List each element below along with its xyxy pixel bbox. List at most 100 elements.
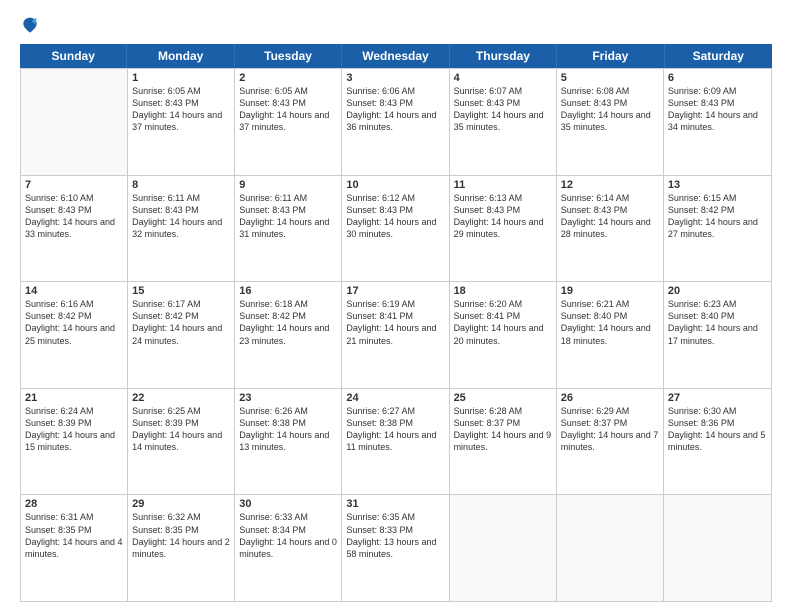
- header-day-thursday: Thursday: [450, 44, 557, 68]
- calendar-cell: 31Sunrise: 6:35 AMSunset: 8:33 PMDayligh…: [342, 495, 449, 601]
- cell-details: Sunrise: 6:31 AMSunset: 8:35 PMDaylight:…: [25, 511, 123, 560]
- calendar-cell: 23Sunrise: 6:26 AMSunset: 8:38 PMDayligh…: [235, 389, 342, 495]
- calendar-cell: 16Sunrise: 6:18 AMSunset: 8:42 PMDayligh…: [235, 282, 342, 388]
- day-number: 22: [132, 392, 230, 404]
- day-number: 20: [668, 285, 767, 297]
- calendar-cell: [557, 495, 664, 601]
- day-number: 13: [668, 179, 767, 191]
- day-number: 15: [132, 285, 230, 297]
- day-number: 2: [239, 72, 337, 84]
- calendar-cell: 7Sunrise: 6:10 AMSunset: 8:43 PMDaylight…: [21, 176, 128, 282]
- calendar-cell: 15Sunrise: 6:17 AMSunset: 8:42 PMDayligh…: [128, 282, 235, 388]
- calendar-cell: 21Sunrise: 6:24 AMSunset: 8:39 PMDayligh…: [21, 389, 128, 495]
- calendar-cell: 26Sunrise: 6:29 AMSunset: 8:37 PMDayligh…: [557, 389, 664, 495]
- calendar-week-3: 14Sunrise: 6:16 AMSunset: 8:42 PMDayligh…: [21, 282, 771, 389]
- cell-details: Sunrise: 6:12 AMSunset: 8:43 PMDaylight:…: [346, 192, 444, 241]
- calendar-cell: 12Sunrise: 6:14 AMSunset: 8:43 PMDayligh…: [557, 176, 664, 282]
- cell-details: Sunrise: 6:16 AMSunset: 8:42 PMDaylight:…: [25, 298, 123, 347]
- calendar-cell: 4Sunrise: 6:07 AMSunset: 8:43 PMDaylight…: [450, 69, 557, 175]
- cell-details: Sunrise: 6:25 AMSunset: 8:39 PMDaylight:…: [132, 405, 230, 454]
- day-number: 9: [239, 179, 337, 191]
- cell-details: Sunrise: 6:05 AMSunset: 8:43 PMDaylight:…: [132, 85, 230, 134]
- header-day-wednesday: Wednesday: [342, 44, 449, 68]
- calendar-cell: [450, 495, 557, 601]
- calendar-cell: 6Sunrise: 6:09 AMSunset: 8:43 PMDaylight…: [664, 69, 771, 175]
- calendar-week-4: 21Sunrise: 6:24 AMSunset: 8:39 PMDayligh…: [21, 389, 771, 496]
- cell-details: Sunrise: 6:20 AMSunset: 8:41 PMDaylight:…: [454, 298, 552, 347]
- calendar-cell: 2Sunrise: 6:05 AMSunset: 8:43 PMDaylight…: [235, 69, 342, 175]
- calendar-cell: 11Sunrise: 6:13 AMSunset: 8:43 PMDayligh…: [450, 176, 557, 282]
- day-number: 11: [454, 179, 552, 191]
- day-number: 17: [346, 285, 444, 297]
- cell-details: Sunrise: 6:26 AMSunset: 8:38 PMDaylight:…: [239, 405, 337, 454]
- day-number: 23: [239, 392, 337, 404]
- calendar-cell: 9Sunrise: 6:11 AMSunset: 8:43 PMDaylight…: [235, 176, 342, 282]
- day-number: 7: [25, 179, 123, 191]
- calendar-cell: 24Sunrise: 6:27 AMSunset: 8:38 PMDayligh…: [342, 389, 449, 495]
- cell-details: Sunrise: 6:15 AMSunset: 8:42 PMDaylight:…: [668, 192, 767, 241]
- cell-details: Sunrise: 6:33 AMSunset: 8:34 PMDaylight:…: [239, 511, 337, 560]
- cell-details: Sunrise: 6:27 AMSunset: 8:38 PMDaylight:…: [346, 405, 444, 454]
- day-number: 25: [454, 392, 552, 404]
- calendar-cell: [664, 495, 771, 601]
- cell-details: Sunrise: 6:35 AMSunset: 8:33 PMDaylight:…: [346, 511, 444, 560]
- calendar-cell: 25Sunrise: 6:28 AMSunset: 8:37 PMDayligh…: [450, 389, 557, 495]
- header: [20, 16, 772, 36]
- day-number: 4: [454, 72, 552, 84]
- day-number: 28: [25, 498, 123, 510]
- calendar-cell: 20Sunrise: 6:23 AMSunset: 8:40 PMDayligh…: [664, 282, 771, 388]
- cell-details: Sunrise: 6:14 AMSunset: 8:43 PMDaylight:…: [561, 192, 659, 241]
- cell-details: Sunrise: 6:18 AMSunset: 8:42 PMDaylight:…: [239, 298, 337, 347]
- day-number: 5: [561, 72, 659, 84]
- header-day-tuesday: Tuesday: [235, 44, 342, 68]
- cell-details: Sunrise: 6:29 AMSunset: 8:37 PMDaylight:…: [561, 405, 659, 454]
- cell-details: Sunrise: 6:05 AMSunset: 8:43 PMDaylight:…: [239, 85, 337, 134]
- calendar-cell: 27Sunrise: 6:30 AMSunset: 8:36 PMDayligh…: [664, 389, 771, 495]
- day-number: 31: [346, 498, 444, 510]
- cell-details: Sunrise: 6:17 AMSunset: 8:42 PMDaylight:…: [132, 298, 230, 347]
- day-number: 6: [668, 72, 767, 84]
- day-number: 1: [132, 72, 230, 84]
- page: SundayMondayTuesdayWednesdayThursdayFrid…: [0, 0, 792, 612]
- calendar-cell: 5Sunrise: 6:08 AMSunset: 8:43 PMDaylight…: [557, 69, 664, 175]
- day-number: 8: [132, 179, 230, 191]
- calendar-cell: 29Sunrise: 6:32 AMSunset: 8:35 PMDayligh…: [128, 495, 235, 601]
- calendar-cell: 28Sunrise: 6:31 AMSunset: 8:35 PMDayligh…: [21, 495, 128, 601]
- header-day-sunday: Sunday: [20, 44, 127, 68]
- day-number: 16: [239, 285, 337, 297]
- day-number: 26: [561, 392, 659, 404]
- logo: [20, 16, 44, 36]
- cell-details: Sunrise: 6:13 AMSunset: 8:43 PMDaylight:…: [454, 192, 552, 241]
- cell-details: Sunrise: 6:28 AMSunset: 8:37 PMDaylight:…: [454, 405, 552, 454]
- logo-icon: [20, 16, 40, 36]
- cell-details: Sunrise: 6:24 AMSunset: 8:39 PMDaylight:…: [25, 405, 123, 454]
- day-number: 18: [454, 285, 552, 297]
- day-number: 10: [346, 179, 444, 191]
- day-number: 19: [561, 285, 659, 297]
- calendar-cell: 8Sunrise: 6:11 AMSunset: 8:43 PMDaylight…: [128, 176, 235, 282]
- cell-details: Sunrise: 6:07 AMSunset: 8:43 PMDaylight:…: [454, 85, 552, 134]
- calendar-cell: 19Sunrise: 6:21 AMSunset: 8:40 PMDayligh…: [557, 282, 664, 388]
- calendar: SundayMondayTuesdayWednesdayThursdayFrid…: [20, 44, 772, 602]
- cell-details: Sunrise: 6:08 AMSunset: 8:43 PMDaylight:…: [561, 85, 659, 134]
- day-number: 12: [561, 179, 659, 191]
- calendar-week-5: 28Sunrise: 6:31 AMSunset: 8:35 PMDayligh…: [21, 495, 771, 601]
- cell-details: Sunrise: 6:11 AMSunset: 8:43 PMDaylight:…: [132, 192, 230, 241]
- calendar-cell: [21, 69, 128, 175]
- day-number: 24: [346, 392, 444, 404]
- calendar-cell: 14Sunrise: 6:16 AMSunset: 8:42 PMDayligh…: [21, 282, 128, 388]
- cell-details: Sunrise: 6:19 AMSunset: 8:41 PMDaylight:…: [346, 298, 444, 347]
- day-number: 3: [346, 72, 444, 84]
- calendar-cell: 30Sunrise: 6:33 AMSunset: 8:34 PMDayligh…: [235, 495, 342, 601]
- calendar-body: 1Sunrise: 6:05 AMSunset: 8:43 PMDaylight…: [20, 68, 772, 602]
- cell-details: Sunrise: 6:11 AMSunset: 8:43 PMDaylight:…: [239, 192, 337, 241]
- cell-details: Sunrise: 6:06 AMSunset: 8:43 PMDaylight:…: [346, 85, 444, 134]
- day-number: 29: [132, 498, 230, 510]
- cell-details: Sunrise: 6:21 AMSunset: 8:40 PMDaylight:…: [561, 298, 659, 347]
- day-number: 27: [668, 392, 767, 404]
- cell-details: Sunrise: 6:09 AMSunset: 8:43 PMDaylight:…: [668, 85, 767, 134]
- calendar-header: SundayMondayTuesdayWednesdayThursdayFrid…: [20, 44, 772, 68]
- header-day-monday: Monday: [127, 44, 234, 68]
- calendar-cell: 13Sunrise: 6:15 AMSunset: 8:42 PMDayligh…: [664, 176, 771, 282]
- cell-details: Sunrise: 6:23 AMSunset: 8:40 PMDaylight:…: [668, 298, 767, 347]
